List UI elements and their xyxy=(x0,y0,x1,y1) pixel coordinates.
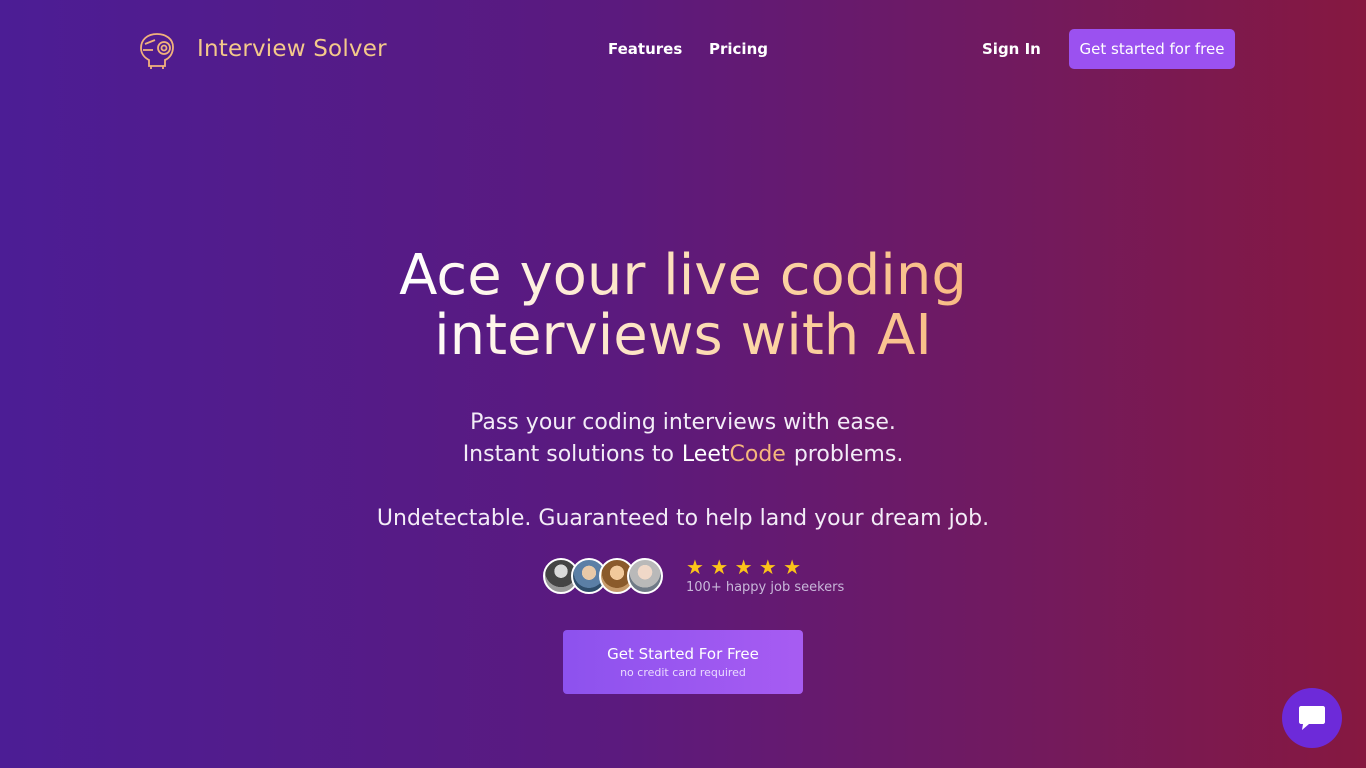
leetcode-brand: LeetCode xyxy=(682,442,786,467)
avatar xyxy=(627,557,663,594)
star-rating-icons: ★ ★ ★ ★ ★ xyxy=(686,555,802,579)
rating-caption: 100+ happy job seekers xyxy=(686,580,845,595)
brand-logo[interactable]: Interview Solver xyxy=(137,28,387,70)
headline-line-2: interviews with AI xyxy=(434,303,932,368)
sign-in-link[interactable]: Sign In xyxy=(982,40,1041,58)
avatar-group xyxy=(543,557,663,594)
subtitle-prefix: Instant solutions to xyxy=(462,442,674,467)
hero-subtitle-2: Instant solutions to LeetCode problems. xyxy=(0,442,1366,467)
subtitle-suffix: problems. xyxy=(793,442,904,467)
social-proof: ★ ★ ★ ★ ★ 100+ happy job seekers xyxy=(543,556,844,595)
brand-name: Interview Solver xyxy=(197,36,387,62)
get-started-button[interactable]: Get started for free xyxy=(1069,29,1235,69)
chat-launcher-button[interactable] xyxy=(1282,688,1342,748)
hero-subtitle-1: Pass your coding interviews with ease. xyxy=(470,410,896,435)
rating: ★ ★ ★ ★ ★ 100+ happy job seekers xyxy=(686,556,844,595)
nav-link-pricing[interactable]: Pricing xyxy=(709,40,768,58)
get-started-free-button[interactable]: Get Started For Free no credit card requ… xyxy=(563,630,803,694)
hero-headline: Ace your live coding interviews with AI xyxy=(0,246,1366,366)
robot-head-icon xyxy=(140,33,174,69)
leetcode-leet: Leet xyxy=(681,442,730,467)
hero-subtitle-3: Undetectable. Guaranteed to help land yo… xyxy=(376,506,990,531)
leetcode-code: Code xyxy=(729,442,786,467)
chat-bubble-icon xyxy=(1299,706,1325,730)
headline-line-1: Ace your live coding xyxy=(399,243,967,308)
cta-note: no credit card required xyxy=(620,666,746,679)
cta-label: Get Started For Free xyxy=(607,645,759,663)
top-navigation: Interview Solver Features Pricing Sign I… xyxy=(0,0,1366,100)
nav-link-features[interactable]: Features xyxy=(608,40,682,58)
